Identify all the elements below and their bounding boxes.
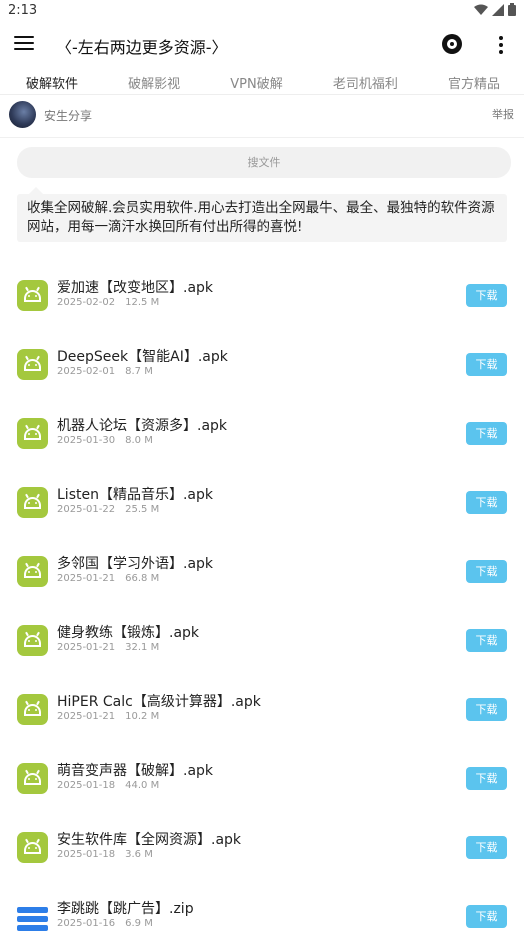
page-title: 〈-左右两边更多资源-〉 — [56, 38, 228, 57]
android-icon — [17, 694, 48, 725]
file-name: 萌音变声器【破解】.apk — [57, 763, 214, 779]
tab-0[interactable]: 破解软件 — [26, 70, 78, 94]
file-name: HiPER Calc【高级计算器】.apk — [57, 694, 261, 710]
file-date: 2025-01-21 — [57, 711, 116, 722]
file-date: 2025-01-21 — [57, 642, 116, 653]
file-list-item[interactable]: 安生软件库【全网资源】.apk 2025-01-18 3.6 M 下载 — [0, 810, 524, 879]
file-size: 25.5 M — [125, 504, 160, 515]
file-size: 12.5 M — [125, 297, 160, 308]
file-size: 66.8 M — [125, 573, 160, 584]
battery-icon — [508, 3, 516, 16]
file-name: 多邻国【学习外语】.apk — [57, 556, 214, 572]
file-meta: 2025-01-18 44.0 M — [57, 780, 159, 791]
file-date: 2025-01-18 — [57, 849, 116, 860]
file-meta: 2025-01-21 10.2 M — [57, 711, 159, 722]
file-list-item[interactable]: 健身教练【锻炼】.apk 2025-01-21 32.1 M 下载 — [0, 603, 524, 672]
file-date: 2025-01-21 — [57, 573, 116, 584]
tab-2[interactable]: VPN破解 — [230, 70, 282, 94]
file-list-item[interactable]: DeepSeek【智能AI】.apk 2025-02-01 8.7 M 下载 — [0, 327, 524, 396]
download-button[interactable]: 下载 — [466, 422, 507, 445]
wifi-icon — [474, 4, 488, 15]
category-tabs: 破解软件 破解影视 VPN破解 老司机福利 官方精品 — [0, 70, 524, 94]
file-meta: 2025-02-01 8.7 M — [57, 366, 153, 377]
file-list-item[interactable]: Listen【精品音乐】.apk 2025-01-22 25.5 M 下载 — [0, 465, 524, 534]
tab-4[interactable]: 官方精品 — [448, 70, 500, 94]
menu-icon[interactable] — [14, 36, 34, 54]
status-icons — [474, 3, 516, 16]
android-icon — [17, 349, 48, 380]
file-size: 8.0 M — [125, 435, 153, 446]
zip-icon — [17, 907, 48, 931]
file-meta: 2025-01-30 8.0 M — [57, 435, 153, 446]
file-list-item[interactable]: 李跳跳【跳广告】.zip 2025-01-16 6.9 M 下载 — [0, 879, 524, 948]
description-bubble: 收集全网破解.会员实用软件.用心去打造出全网最牛、最全、最独特的软件资源网站，用… — [17, 187, 507, 242]
download-button[interactable]: 下载 — [466, 629, 507, 652]
file-date: 2025-01-30 — [57, 435, 116, 446]
file-list-item[interactable]: 爱加速【改变地区】.apk 2025-02-02 12.5 M 下载 — [0, 258, 524, 327]
author-row: 安生分享 举报 — [0, 95, 524, 138]
file-size: 8.7 M — [125, 366, 153, 377]
file-name: Listen【精品音乐】.apk — [57, 487, 213, 503]
download-button[interactable]: 下载 — [466, 905, 507, 928]
file-date: 2025-01-22 — [57, 504, 116, 515]
file-size: 44.0 M — [125, 780, 160, 791]
avatar[interactable] — [9, 101, 36, 128]
file-date: 2025-01-16 — [57, 918, 116, 929]
status-bar: 2:13 — [0, 0, 524, 22]
android-icon — [17, 625, 48, 656]
file-size: 3.6 M — [125, 849, 153, 860]
download-button[interactable]: 下载 — [466, 560, 507, 583]
file-list-item[interactable]: 萌音变声器【破解】.apk 2025-01-18 44.0 M 下载 — [0, 741, 524, 810]
author-name[interactable]: 安生分享 — [44, 107, 92, 124]
file-date: 2025-02-02 — [57, 297, 116, 308]
more-options-icon[interactable] — [498, 36, 504, 54]
download-button[interactable]: 下载 — [466, 767, 507, 790]
file-list-item[interactable]: 机器人论坛【资源多】.apk 2025-01-30 8.0 M 下载 — [0, 396, 524, 465]
file-meta: 2025-01-21 66.8 M — [57, 573, 159, 584]
file-date: 2025-02-01 — [57, 366, 116, 377]
file-size: 32.1 M — [125, 642, 160, 653]
search-input[interactable] — [17, 147, 511, 178]
file-name: 安生软件库【全网资源】.apk — [57, 832, 242, 848]
file-meta: 2025-01-22 25.5 M — [57, 504, 159, 515]
file-size: 6.9 M — [125, 918, 153, 929]
android-icon — [17, 487, 48, 518]
file-list: 爱加速【改变地区】.apk 2025-02-02 12.5 M 下载 DeepSeek【… — [0, 258, 524, 948]
download-button[interactable]: 下载 — [466, 836, 507, 859]
android-icon — [17, 280, 48, 311]
file-meta: 2025-01-21 32.1 M — [57, 642, 159, 653]
description-text: 收集全网破解.会员实用软件.用心去打造出全网最牛、最全、最独特的软件资源网站，用… — [27, 200, 495, 235]
file-name: DeepSeek【智能AI】.apk — [57, 349, 228, 365]
file-name: 李跳跳【跳广告】.zip — [57, 901, 194, 917]
android-icon — [17, 832, 48, 863]
app-bar: 〈-左右两边更多资源-〉 — [0, 22, 524, 68]
android-icon — [17, 763, 48, 794]
report-link[interactable]: 举报 — [492, 106, 514, 122]
status-time: 2:13 — [8, 3, 38, 18]
download-button[interactable]: 下载 — [466, 353, 507, 376]
download-button[interactable]: 下载 — [466, 698, 507, 721]
signal-icon — [492, 3, 504, 16]
tab-3[interactable]: 老司机福利 — [333, 70, 398, 94]
download-button[interactable]: 下载 — [466, 284, 507, 307]
tab-1[interactable]: 破解影视 — [128, 70, 180, 94]
android-icon — [17, 556, 48, 587]
brand-logo-icon[interactable] — [442, 34, 462, 54]
file-date: 2025-01-18 — [57, 780, 116, 791]
file-list-item[interactable]: 多邻国【学习外语】.apk 2025-01-21 66.8 M 下载 — [0, 534, 524, 603]
file-list-item[interactable]: HiPER Calc【高级计算器】.apk 2025-01-21 10.2 M 下载 — [0, 672, 524, 741]
file-meta: 2025-02-02 12.5 M — [57, 297, 159, 308]
file-meta: 2025-01-16 6.9 M — [57, 918, 153, 929]
download-button[interactable]: 下载 — [466, 491, 507, 514]
file-size: 10.2 M — [125, 711, 160, 722]
file-meta: 2025-01-18 3.6 M — [57, 849, 153, 860]
file-name: 健身教练【锻炼】.apk — [57, 625, 200, 641]
android-icon — [17, 418, 48, 449]
file-name: 爱加速【改变地区】.apk — [57, 280, 214, 296]
file-name: 机器人论坛【资源多】.apk — [57, 418, 228, 434]
